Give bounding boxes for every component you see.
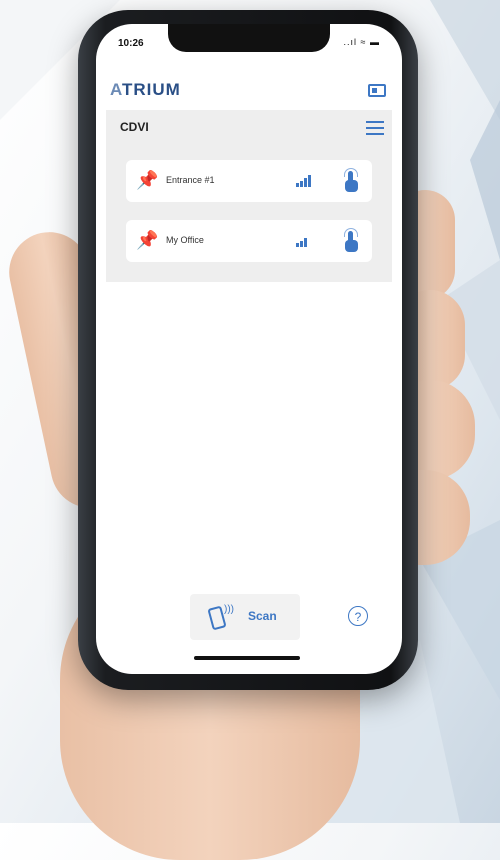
logo-prefix: A (110, 80, 123, 99)
scan-button[interactable]: ))) Scan (190, 594, 300, 640)
logo-rest: TRIUM (122, 80, 181, 99)
tap-icon[interactable] (342, 168, 360, 194)
home-indicator (194, 656, 300, 660)
door-label: My Office (166, 235, 204, 245)
list-icon[interactable] (366, 120, 384, 136)
id-card-icon[interactable] (368, 84, 386, 97)
status-time: 10:26 (118, 38, 144, 49)
scan-label: Scan (248, 609, 277, 623)
signal-icon (296, 235, 312, 247)
pin-icon: 📌 (136, 170, 159, 190)
notch (168, 24, 330, 52)
signal-icon (296, 175, 312, 187)
status-icons: ..ıl ≈ ▬ (343, 37, 380, 47)
sound-waves-icon: ))) (224, 604, 234, 615)
door-item[interactable]: 📌 Entrance #1 (126, 160, 372, 202)
pin-icon: 📌 (136, 230, 159, 250)
app-logo: ATRIUM (110, 80, 181, 100)
door-item[interactable]: 📌 My Office (126, 220, 372, 262)
door-label: Entrance #1 (166, 175, 215, 185)
help-icon[interactable]: ? (348, 606, 368, 626)
phone-screen: 10:26 ..ıl ≈ ▬ ATRIUM CDVI 📌 Entrance #1… (96, 24, 402, 674)
site-title: CDVI (120, 120, 149, 134)
tap-icon[interactable] (342, 228, 360, 254)
